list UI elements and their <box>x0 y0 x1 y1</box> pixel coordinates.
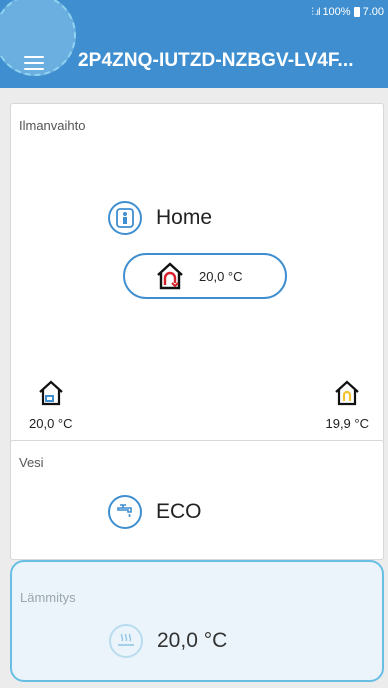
signal-icon: ⫶ .ıl <box>311 6 320 18</box>
water-card[interactable]: Vesi ECO <box>10 440 384 560</box>
outdoor-air-reading: 20,0 °C <box>29 380 73 431</box>
status-bar: ⫶ .ıl 100% 7.00 <box>311 4 384 20</box>
supply-temperature-button[interactable]: 20,0 °C <box>123 253 287 299</box>
clock: 7.00 <box>362 6 384 18</box>
house-temp-icon <box>157 262 183 290</box>
faucet-icon <box>108 495 142 529</box>
ventilation-card[interactable]: Ilmanvaihto Home 20,0 °C 20,0 °C 19,9 °C <box>10 103 384 449</box>
app-bar: ⫶ .ıl 100% 7.00 2P4ZNQ-IUTZD-NZBGV-LV4F.… <box>0 0 388 88</box>
ventilation-mode[interactable]: Home <box>108 201 212 235</box>
ventilation-mode-label: Home <box>156 206 213 229</box>
battery-percent: 100% <box>322 6 351 18</box>
heating-control[interactable]: 20,0 °C <box>109 624 227 658</box>
heating-temperature: 20,0 °C <box>157 629 228 652</box>
heating-label: Lämmitys <box>20 590 76 605</box>
water-mode[interactable]: ECO <box>108 495 202 529</box>
home-mode-icon <box>108 201 142 235</box>
ventilation-label: Ilmanvaihto <box>19 118 86 133</box>
exhaust-air-icon <box>335 380 359 406</box>
exhaust-air-reading: 19,9 °C <box>325 380 369 431</box>
battery-icon <box>353 7 360 17</box>
exhaust-air-temp: 19,9 °C <box>325 416 369 431</box>
supply-temperature-value: 20,0 °C <box>199 268 243 284</box>
heating-card[interactable]: Lämmitys 20,0 °C <box>10 560 384 682</box>
outdoor-air-icon <box>39 380 63 406</box>
menu-icon[interactable] <box>24 56 44 70</box>
page-title: 2P4ZNQ-IUTZD-NZBGV-LV4F... <box>78 50 354 71</box>
water-label: Vesi <box>19 455 44 470</box>
floor-heat-icon <box>109 624 143 658</box>
water-mode-label: ECO <box>156 500 202 523</box>
outdoor-air-temp: 20,0 °C <box>29 416 73 431</box>
